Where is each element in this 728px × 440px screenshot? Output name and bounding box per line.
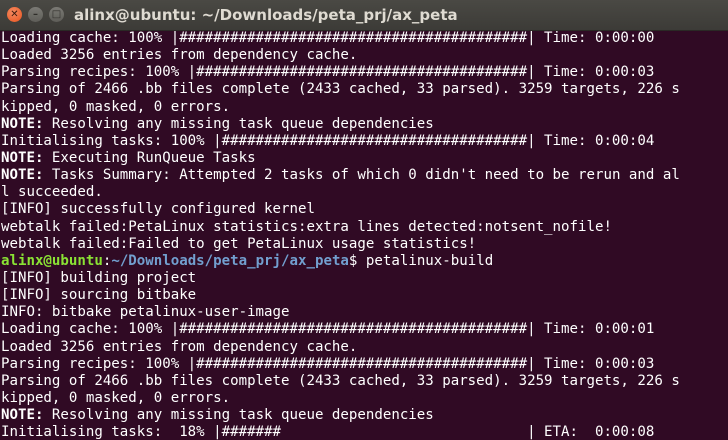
- terminal-line: webtalk failed:Failed to get PetaLinux u…: [1, 235, 477, 252]
- terminal-line: Loading cache: 100% |###################…: [1, 30, 655, 46]
- close-window-button[interactable]: ✕: [7, 7, 22, 22]
- terminal-output[interactable]: Loading cache: 100% |###################…: [0, 30, 728, 440]
- note-label: NOTE:: [1, 167, 44, 184]
- terminal-line: Parsing of 2466 .bb files complete (2433…: [1, 81, 680, 98]
- terminal-line: Loaded 3256 entries from dependency cach…: [1, 338, 358, 355]
- prompt-path: ~/Downloads/peta_prj/ax_peta: [111, 252, 349, 269]
- terminal-line: Initialising tasks: 18% |####### | ETA: …: [1, 424, 655, 440]
- note-text: Resolving any missing task queue depende…: [43, 115, 434, 132]
- window-title: alinx@ubuntu: ~/Downloads/peta_prj/ax_pe…: [74, 6, 458, 24]
- prompt-suffix: $: [348, 252, 366, 269]
- terminal-window: ✕ – □ alinx@ubuntu: ~/Downloads/peta_prj…: [0, 0, 728, 440]
- note-label: NOTE:: [1, 115, 44, 132]
- note-label: NOTE:: [1, 407, 44, 424]
- terminal-line: Loaded 3256 entries from dependency cach…: [1, 47, 358, 64]
- terminal-line: NOTE: Resolving any missing task queue d…: [1, 116, 728, 133]
- terminal-line: l succeeded.: [1, 184, 103, 201]
- maximize-window-button[interactable]: □: [49, 7, 64, 22]
- terminal-line: NOTE: Resolving any missing task queue d…: [1, 407, 728, 424]
- terminal-line: NOTE: Executing RunQueue Tasks: [1, 150, 728, 167]
- prompt-line: alinx@ubuntu:~/Downloads/peta_prj/ax_pet…: [1, 253, 728, 270]
- terminal-line: kipped, 0 masked, 0 errors.: [1, 98, 231, 115]
- terminal-line: Parsing of 2466 .bb files complete (2433…: [1, 372, 680, 389]
- terminal-line: NOTE: Tasks Summary: Attempted 2 tasks o…: [1, 167, 728, 184]
- terminal-line: Parsing recipes: 100% |#################…: [1, 64, 655, 81]
- note-text: Resolving any missing task queue depende…: [43, 407, 434, 424]
- terminal-line: Loading cache: 100% |###################…: [1, 321, 655, 338]
- title-bar[interactable]: ✕ – □ alinx@ubuntu: ~/Downloads/peta_prj…: [0, 0, 728, 31]
- terminal-line: webtalk failed:PetaLinux statistics:extr…: [1, 218, 612, 235]
- terminal-line: kipped, 0 masked, 0 errors.: [1, 389, 231, 406]
- note-text: Tasks Summary: Attempted 2 tasks of whic…: [43, 167, 680, 184]
- terminal-line: [INFO] successfully configured kernel: [1, 201, 315, 218]
- note-text: Executing RunQueue Tasks: [43, 149, 256, 166]
- note-label: NOTE:: [1, 149, 44, 166]
- terminal-line: [INFO] building project: [1, 269, 197, 286]
- terminal-line: [INFO] sourcing bitbake: [1, 287, 197, 304]
- terminal-line: INFO: bitbake petalinux-user-image: [1, 304, 290, 321]
- terminal-line: Parsing recipes: 100% |#################…: [1, 355, 655, 372]
- prompt-user-host: alinx@ubuntu: [1, 252, 103, 269]
- minimize-window-button[interactable]: –: [28, 7, 43, 22]
- prompt-command: petalinux-build: [365, 252, 494, 269]
- terminal-line: Initialising tasks: 100% |##############…: [1, 132, 655, 149]
